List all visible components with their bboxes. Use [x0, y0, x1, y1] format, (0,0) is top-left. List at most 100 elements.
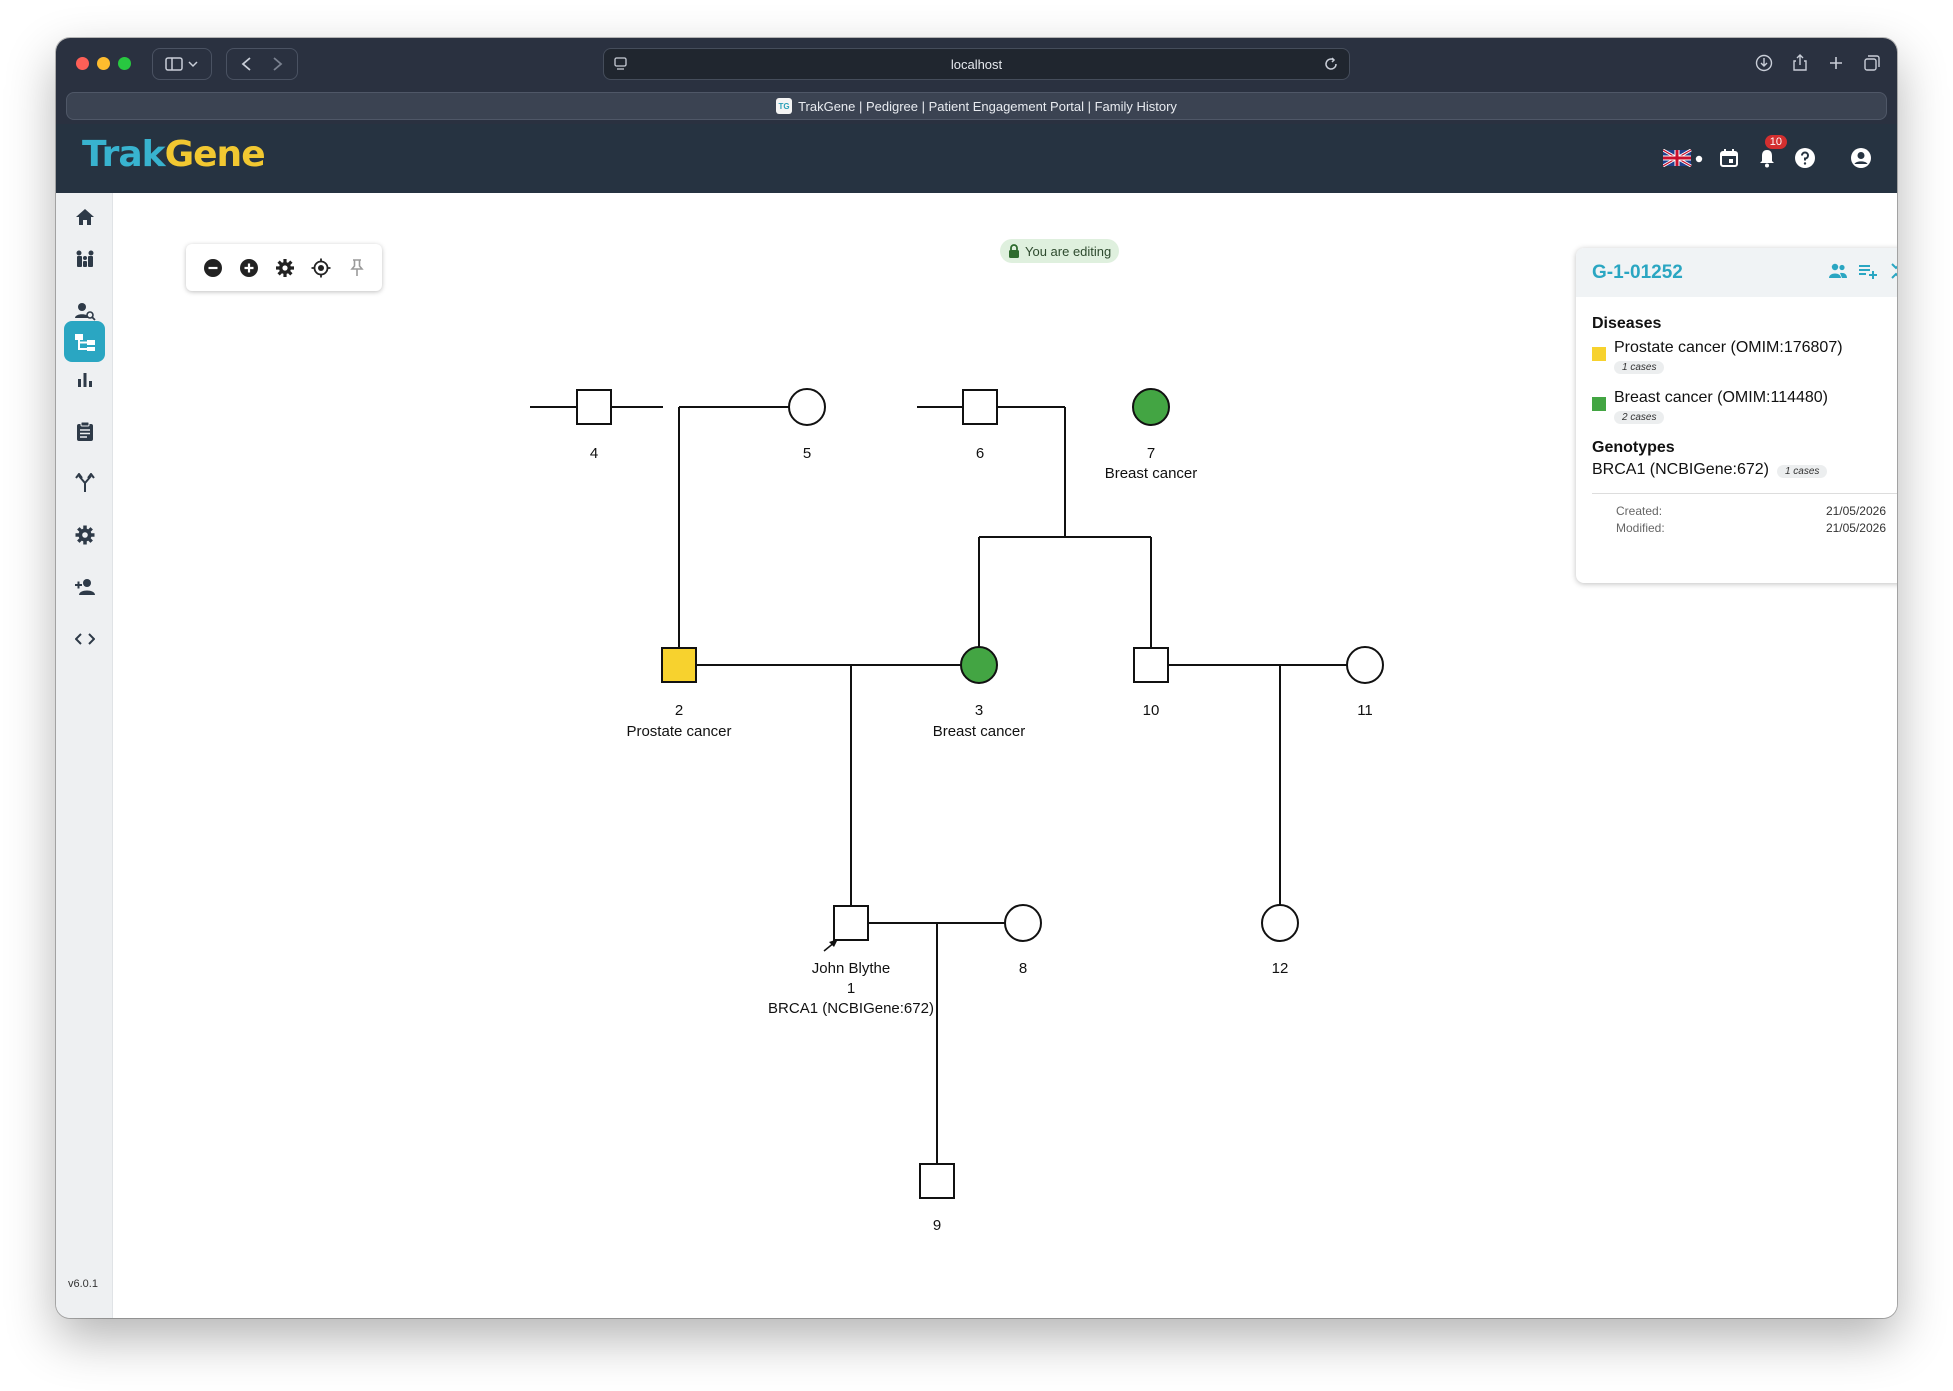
sidebar-item-reports[interactable]: [64, 358, 105, 399]
help-button[interactable]: [1791, 144, 1819, 172]
clipboard-icon: [76, 421, 93, 441]
label-5: 5: [803, 445, 811, 462]
label-6: 6: [976, 445, 984, 462]
created-label: Created:: [1616, 504, 1663, 518]
label-1-name: John Blythe: [812, 960, 890, 977]
person-search-icon: [74, 302, 96, 321]
sidebar-item-developer[interactable]: [64, 618, 105, 659]
notifications-button[interactable]: 10: [1753, 135, 1787, 172]
disease-name: Breast cancer (OMIM:114480): [1614, 389, 1829, 406]
modified-row: Modified: 21/05/2026: [1592, 521, 1897, 535]
url-text: localhost: [950, 56, 1003, 72]
individual-8[interactable]: [1004, 904, 1042, 942]
calendar-button[interactable]: [1715, 144, 1743, 172]
breast-color-swatch: [1592, 397, 1606, 411]
individual-4[interactable]: [576, 389, 612, 425]
calendar-icon: [1720, 149, 1738, 167]
individual-7[interactable]: [1132, 388, 1170, 426]
browser-chrome: localhost TG TrakGene | Pedigree | Patie…: [56, 38, 1897, 124]
genotypes-title: Genotypes: [1592, 439, 1675, 456]
browser-actions: [1751, 50, 1885, 76]
panel-header: G-1-01252: [1576, 248, 1897, 297]
account-icon: [1851, 148, 1871, 168]
label-3: 3: [975, 702, 983, 719]
individual-6[interactable]: [962, 389, 998, 425]
bar-chart-icon: [77, 372, 92, 387]
relationship-lines: [530, 406, 1347, 1163]
fork-icon: [74, 472, 95, 492]
label-7-disease: Breast cancer: [1105, 465, 1198, 482]
pedigree-icon: [74, 333, 95, 351]
individual-12[interactable]: [1261, 904, 1299, 942]
gear-icon: [75, 525, 94, 544]
individual-9[interactable]: [919, 1163, 955, 1199]
individual-1[interactable]: [833, 905, 869, 941]
sidebar-toggle-button[interactable]: [152, 48, 212, 80]
family-icon: [76, 250, 93, 267]
minimize-window-button[interactable]: [97, 57, 110, 70]
uk-flag-icon: [1663, 149, 1703, 167]
sidebar-item-home[interactable]: [64, 196, 105, 237]
lock-icon: [1009, 244, 1019, 258]
sidebar-item-settings[interactable]: [64, 514, 105, 555]
tab-active[interactable]: TG TrakGene | Pedigree | Patient Engagem…: [66, 92, 1887, 120]
disease-item[interactable]: Prostate cancer (OMIM:176807) 1 cases: [1592, 339, 1897, 375]
members-icon[interactable]: [1828, 262, 1848, 280]
proband-arrow-icon: [823, 939, 838, 952]
label-2: 2: [675, 702, 683, 719]
page-icon: [614, 57, 627, 70]
family-info-panel: G-1-01252 Diseases Prostate cancer (OMIM…: [1576, 248, 1897, 583]
history-nav: [226, 48, 298, 80]
editing-status-badge: You are editing: [1000, 239, 1120, 263]
label-8: 8: [1019, 960, 1027, 977]
editing-text: You are editing: [1025, 243, 1112, 259]
individual-2[interactable]: [661, 647, 697, 683]
modified-label: Modified:: [1616, 521, 1665, 535]
app-version: v6.0.1: [68, 1278, 98, 1290]
bell-icon: [1760, 150, 1774, 168]
sidebar-item-tasks[interactable]: [64, 410, 105, 451]
label-1-genotype: BRCA1 (NCBIGene:672): [768, 1000, 934, 1017]
close-window-button[interactable]: [76, 57, 89, 70]
label-2-disease: Prostate cancer: [626, 723, 731, 740]
address-bar[interactable]: localhost: [603, 48, 1350, 80]
tab-title: TrakGene | Pedigree | Patient Engagement…: [798, 98, 1177, 114]
home-icon: [75, 208, 94, 225]
add-list-icon[interactable]: [1858, 262, 1878, 280]
browser-window: localhost TG TrakGene | Pedigree | Patie…: [56, 38, 1897, 1318]
individual-11[interactable]: [1346, 646, 1384, 684]
collapse-icon[interactable]: [1888, 262, 1897, 280]
tab-overview-icon[interactable]: [1859, 50, 1885, 76]
divider: [1592, 493, 1897, 494]
individual-5[interactable]: [788, 388, 826, 426]
downloads-icon[interactable]: [1751, 50, 1777, 76]
sidebar-item-workflow[interactable]: [64, 462, 105, 503]
new-tab-icon[interactable]: [1823, 50, 1849, 76]
disease-item[interactable]: Breast cancer (OMIM:114480) 2 cases: [1592, 389, 1897, 425]
account-button[interactable]: [1847, 144, 1875, 172]
share-icon[interactable]: [1787, 50, 1813, 76]
notification-badge: 10: [1764, 135, 1787, 149]
forward-icon: [273, 57, 283, 71]
prostate-color-swatch: [1592, 347, 1606, 361]
language-selector[interactable]: [1661, 144, 1705, 172]
genotype-item[interactable]: BRCA1 (NCBIGene:672) 1 cases: [1592, 461, 1897, 479]
modified-value: 21/05/2026: [1825, 521, 1886, 535]
label-1: 1: [847, 980, 855, 997]
sidebar-item-family[interactable]: [64, 238, 105, 279]
back-icon: [241, 57, 251, 71]
cases-badge: 2 cases: [1614, 411, 1665, 424]
label-10: 10: [1143, 702, 1160, 719]
sidebar-item-add-user[interactable]: [64, 566, 105, 607]
family-id: G-1-01252: [1592, 261, 1683, 283]
trakgene-logo[interactable]: TrakGene: [82, 134, 266, 175]
maximize-window-button[interactable]: [118, 57, 131, 70]
individual-3[interactable]: [960, 646, 998, 684]
logo-part-1: Trak: [82, 134, 166, 175]
label-4: 4: [590, 445, 598, 462]
individual-10[interactable]: [1133, 647, 1169, 683]
created-value: 21/05/2026: [1825, 504, 1886, 518]
sidebar-item-pedigree[interactable]: [64, 321, 105, 362]
reload-icon[interactable]: [1323, 56, 1339, 72]
logo-part-2: Gene: [164, 134, 266, 175]
